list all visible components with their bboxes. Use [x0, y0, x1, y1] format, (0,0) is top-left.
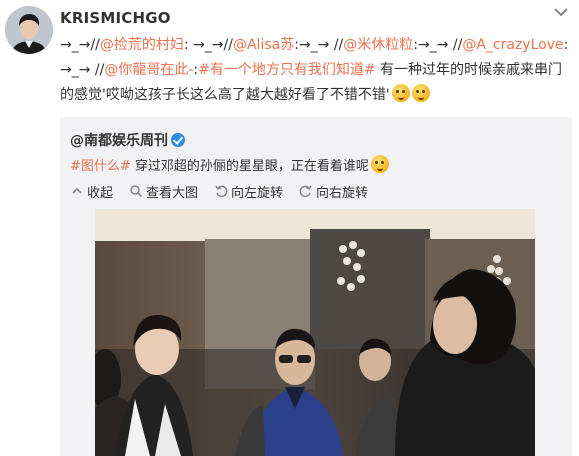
- post-part: :→_→ //: [294, 37, 344, 53]
- post-part: :→_→ //: [413, 37, 463, 53]
- hashtag-link[interactable]: #有一个地方只有我们知道#: [198, 62, 375, 78]
- attached-photo[interactable]: [95, 209, 535, 456]
- repost-author[interactable]: @南都娱乐周刊: [70, 130, 185, 150]
- repost-text: #图什么# 穿过邓超的孙俪的星星眼，正在看着谁呢: [70, 155, 389, 174]
- image-toolbar: 收起 查看大图 向左旋转 向右旋转: [70, 182, 369, 201]
- repost-card: @南都娱乐周刊 #图什么# 穿过邓超的孙俪的星星眼，正在看着谁呢 收起 查看大图: [60, 117, 572, 456]
- collapse-label: 收起: [87, 185, 114, 201]
- view-large-label: 查看大图: [146, 185, 199, 201]
- post-part: →_→//: [60, 37, 100, 53]
- rotate-right-button[interactable]: 向右旋转: [299, 182, 369, 201]
- post-part: : →_→//: [183, 37, 233, 53]
- rotate-left-button[interactable]: 向左旋转: [214, 182, 284, 201]
- emoji-icon: [370, 155, 389, 173]
- mention-link[interactable]: @Alisa苏: [233, 37, 294, 53]
- repost-author-name[interactable]: @南都娱乐周刊: [70, 133, 168, 149]
- rotate-right-icon: [299, 185, 312, 198]
- mention-link[interactable]: @捡荒的村妇: [100, 37, 184, 53]
- author-name[interactable]: KRISMICHGO: [60, 9, 171, 27]
- mention-link[interactable]: @A_crazyLove: [462, 37, 563, 53]
- collapse-button[interactable]: 收起: [70, 182, 114, 201]
- rotate-right-label: 向右旋转: [316, 185, 369, 201]
- emoji-icon: [411, 84, 430, 102]
- repost-body: 穿过邓超的孙俪的星星眼，正在看着谁呢: [130, 159, 369, 174]
- rotate-left-icon: [215, 185, 228, 198]
- author-avatar[interactable]: [5, 6, 53, 54]
- view-large-button[interactable]: 查看大图: [129, 182, 199, 201]
- zoom-icon: [130, 185, 143, 198]
- hashtag-link[interactable]: #图什么#: [70, 159, 131, 174]
- collapse-icon: [72, 187, 82, 194]
- rotate-left-label: 向左旋转: [231, 185, 284, 201]
- chevron-down-icon[interactable]: [553, 6, 569, 18]
- weibo-post: KRISMICHGO →_→//@捡荒的村妇: →_→//@Alisa苏:→_→…: [0, 0, 579, 456]
- mention-link[interactable]: @你龍哥在此-: [104, 62, 193, 78]
- post-text: →_→//@捡荒的村妇: →_→//@Alisa苏:→_→ //@米休粒粒:→_…: [60, 33, 570, 108]
- verified-icon: [171, 133, 185, 147]
- emoji-icon: [391, 84, 410, 102]
- mention-link[interactable]: @米休粒粒: [343, 37, 413, 53]
